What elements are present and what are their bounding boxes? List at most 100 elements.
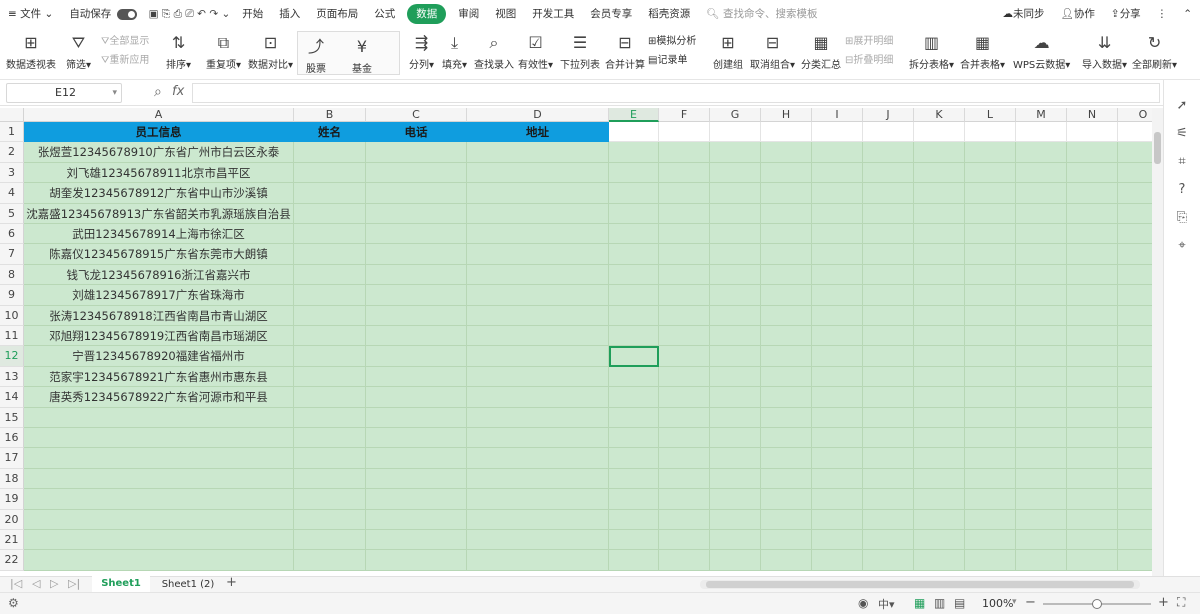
header-cell[interactable]: 地址 — [467, 122, 609, 143]
row-header[interactable]: 1 — [0, 122, 24, 143]
cell[interactable] — [1118, 346, 1152, 367]
cell[interactable] — [294, 285, 366, 306]
cell[interactable] — [812, 264, 863, 286]
cell[interactable] — [1067, 326, 1118, 347]
row-header[interactable]: 6 — [0, 224, 24, 245]
cell[interactable] — [710, 509, 761, 530]
cell[interactable] — [467, 162, 609, 184]
row-header[interactable]: 15 — [0, 407, 24, 428]
save-icon[interactable]: ▣ — [149, 8, 159, 20]
cell[interactable] — [294, 509, 366, 530]
cell[interactable] — [294, 326, 366, 347]
cell[interactable] — [863, 122, 914, 143]
cell[interactable] — [965, 489, 1016, 510]
location-icon[interactable]: ⌖ — [1164, 232, 1200, 260]
cell[interactable] — [914, 468, 965, 490]
cell[interactable] — [965, 142, 1016, 163]
cell[interactable] — [710, 162, 761, 184]
cell[interactable] — [294, 264, 366, 286]
cell[interactable] — [1016, 285, 1067, 306]
cell[interactable] — [863, 468, 914, 490]
wps-cloud-data-button[interactable]: ☁ WPS云数据▾ — [1013, 30, 1070, 71]
cell[interactable] — [609, 183, 659, 204]
cell[interactable] — [1016, 326, 1067, 347]
cell[interactable] — [710, 530, 761, 551]
collapse-detail-button[interactable]: ⊟折叠明细 — [845, 51, 893, 66]
cell[interactable] — [366, 326, 467, 347]
cell[interactable] — [294, 244, 366, 265]
lookup-entry-button[interactable]: ⌕ 查找录入 — [474, 30, 514, 71]
zoom-formula-icon[interactable]: ⌕ — [154, 84, 162, 100]
header-cell[interactable]: 电话 — [366, 122, 467, 143]
cell[interactable] — [294, 407, 366, 428]
preview-icon[interactable]: ⎚ — [185, 8, 193, 20]
cell[interactable] — [1118, 509, 1152, 530]
cell[interactable] — [609, 448, 659, 469]
cell[interactable] — [965, 244, 1016, 265]
row-header[interactable]: 9 — [0, 285, 24, 306]
input-mode-icon[interactable]: 中▾ — [878, 596, 895, 612]
cell[interactable] — [965, 162, 1016, 184]
cell[interactable] — [965, 122, 1016, 143]
cell[interactable] — [812, 162, 863, 184]
cell[interactable] — [467, 285, 609, 306]
export-icon[interactable]: ⎘ — [162, 8, 170, 20]
cell[interactable] — [1118, 244, 1152, 265]
macro-icon[interactable]: ⚙ — [8, 596, 19, 610]
cell[interactable] — [914, 448, 965, 469]
cell[interactable] — [812, 285, 863, 306]
cell[interactable] — [659, 285, 710, 306]
row-header[interactable]: 13 — [0, 366, 24, 388]
cell[interactable] — [812, 448, 863, 469]
cell[interactable] — [761, 550, 812, 571]
next-sheet-icon[interactable]: ▷ — [50, 577, 58, 590]
cell[interactable] — [659, 366, 710, 388]
row-header[interactable]: 7 — [0, 244, 24, 265]
cell[interactable] — [467, 407, 609, 428]
active-cell[interactable] — [609, 346, 659, 367]
cell[interactable] — [609, 326, 659, 347]
cell[interactable] — [965, 264, 1016, 286]
cell[interactable] — [294, 203, 366, 224]
cell[interactable] — [659, 428, 710, 449]
row-header[interactable]: 11 — [0, 326, 24, 347]
cell[interactable] — [609, 428, 659, 449]
fullscreen-icon[interactable]: ⛶ — [1177, 595, 1185, 610]
cell[interactable] — [467, 550, 609, 571]
cell[interactable] — [1016, 183, 1067, 204]
cell[interactable] — [863, 326, 914, 347]
column-header[interactable]: A — [24, 108, 294, 122]
cell[interactable] — [659, 346, 710, 367]
cell[interactable] — [1016, 448, 1067, 469]
cell[interactable] — [965, 285, 1016, 306]
cell[interactable] — [1118, 428, 1152, 449]
cell[interactable] — [1118, 448, 1152, 469]
cell[interactable] — [467, 224, 609, 245]
cell[interactable] — [863, 550, 914, 571]
cell[interactable] — [863, 387, 914, 408]
cell[interactable] — [1067, 162, 1118, 184]
sheet-tab[interactable]: Sheet1 (2) — [156, 577, 220, 592]
cell[interactable] — [1067, 366, 1118, 388]
review-icon[interactable]: ⎘ — [1164, 204, 1200, 232]
cell[interactable] — [863, 509, 914, 530]
cell[interactable] — [914, 183, 965, 204]
cell[interactable] — [812, 530, 863, 551]
cell[interactable] — [609, 530, 659, 551]
pivot-table-button[interactable]: ⊞ 数据透视表 — [6, 30, 56, 71]
row-header[interactable]: 22 — [0, 550, 24, 571]
cell[interactable] — [1016, 407, 1067, 428]
cell[interactable] — [1118, 366, 1152, 388]
cell[interactable] — [965, 530, 1016, 551]
cell[interactable] — [914, 530, 965, 551]
validity-button[interactable]: ☑ 有效性▾ — [518, 30, 553, 71]
cell[interactable] — [710, 142, 761, 163]
cell[interactable] — [812, 366, 863, 388]
vertical-scroll-thumb[interactable] — [1154, 132, 1161, 164]
cell[interactable] — [710, 244, 761, 265]
cell[interactable] — [710, 203, 761, 224]
cell[interactable] — [863, 366, 914, 388]
cell[interactable] — [1118, 224, 1152, 245]
cell[interactable] — [294, 489, 366, 510]
cell[interactable] — [914, 142, 965, 163]
